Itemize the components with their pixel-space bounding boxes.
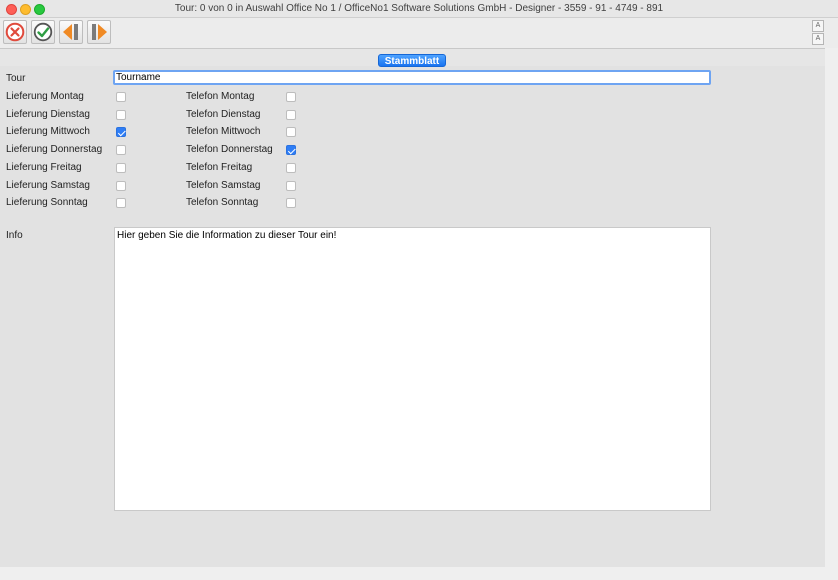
phone-day-label: Telefon Dienstag [186, 108, 261, 120]
font-increase-icon[interactable]: A [812, 20, 824, 32]
delivery-day-label: Lieferung Montag [6, 91, 84, 102]
window-title: Tour: 0 von 0 in Auswahl Office No 1 / O… [174, 3, 664, 14]
previous-button[interactable] [59, 20, 83, 44]
info-label: Info [6, 230, 23, 241]
tour-label: Tour [6, 73, 26, 84]
right-margin [825, 48, 838, 568]
delivery-day-checkbox[interactable] [116, 162, 126, 173]
phone-day-label: Telefon Montag [186, 91, 255, 102]
tour-name-input[interactable] [113, 70, 711, 85]
phone-day-label: Telefon Freitag [186, 161, 253, 173]
delivery-day-checkbox[interactable] [116, 127, 126, 138]
phone-day-checkbox[interactable] [286, 109, 296, 120]
delivery-day-checkbox[interactable] [116, 180, 126, 191]
delivery-day-label: Lieferung Mittwoch [6, 126, 90, 138]
delivery-day-checkbox[interactable] [116, 109, 126, 120]
x-circle-icon [5, 22, 25, 42]
delivery-day-label: Lieferung Dienstag [6, 108, 90, 120]
delivery-day-checkbox[interactable] [116, 145, 126, 156]
arrow-left-icon [63, 24, 78, 40]
delivery-day-checkbox[interactable] [116, 198, 126, 209]
delivery-day-label: Lieferung Sonntag [6, 197, 88, 209]
next-button[interactable] [87, 20, 111, 44]
phone-day-label: Telefon Mittwoch [186, 126, 261, 138]
phone-day-checkbox[interactable] [286, 127, 296, 138]
phone-day-checkbox[interactable] [286, 180, 296, 191]
phone-day-label: Telefon Samstag [186, 179, 261, 191]
phone-day-label: Telefon Donnerstag [186, 144, 273, 156]
cancel-button[interactable] [3, 20, 27, 44]
info-textarea[interactable] [114, 227, 711, 511]
phone-day-label: Telefon Sonntag [186, 197, 259, 209]
confirm-button[interactable] [31, 20, 55, 44]
delivery-day-label: Lieferung Freitag [6, 161, 82, 173]
check-circle-icon [33, 22, 53, 42]
delivery-day-label: Lieferung Samstag [6, 179, 90, 191]
phone-day-checkbox[interactable] [286, 92, 296, 102]
arrow-right-icon [92, 24, 107, 40]
bottom-margin [0, 567, 838, 580]
delivery-day-checkbox[interactable] [116, 92, 126, 102]
toolbar: A A [0, 18, 838, 49]
title-bar: Tour: 0 von 0 in Auswahl Office No 1 / O… [0, 0, 838, 18]
phone-day-checkbox[interactable] [286, 162, 296, 173]
phone-day-checkbox[interactable] [286, 145, 296, 156]
delivery-day-label: Lieferung Donnerstag [6, 144, 103, 156]
font-decrease-icon[interactable]: A [812, 33, 824, 45]
tab-stammblatt[interactable]: Stammblatt [378, 54, 446, 67]
phone-day-checkbox[interactable] [286, 198, 296, 209]
